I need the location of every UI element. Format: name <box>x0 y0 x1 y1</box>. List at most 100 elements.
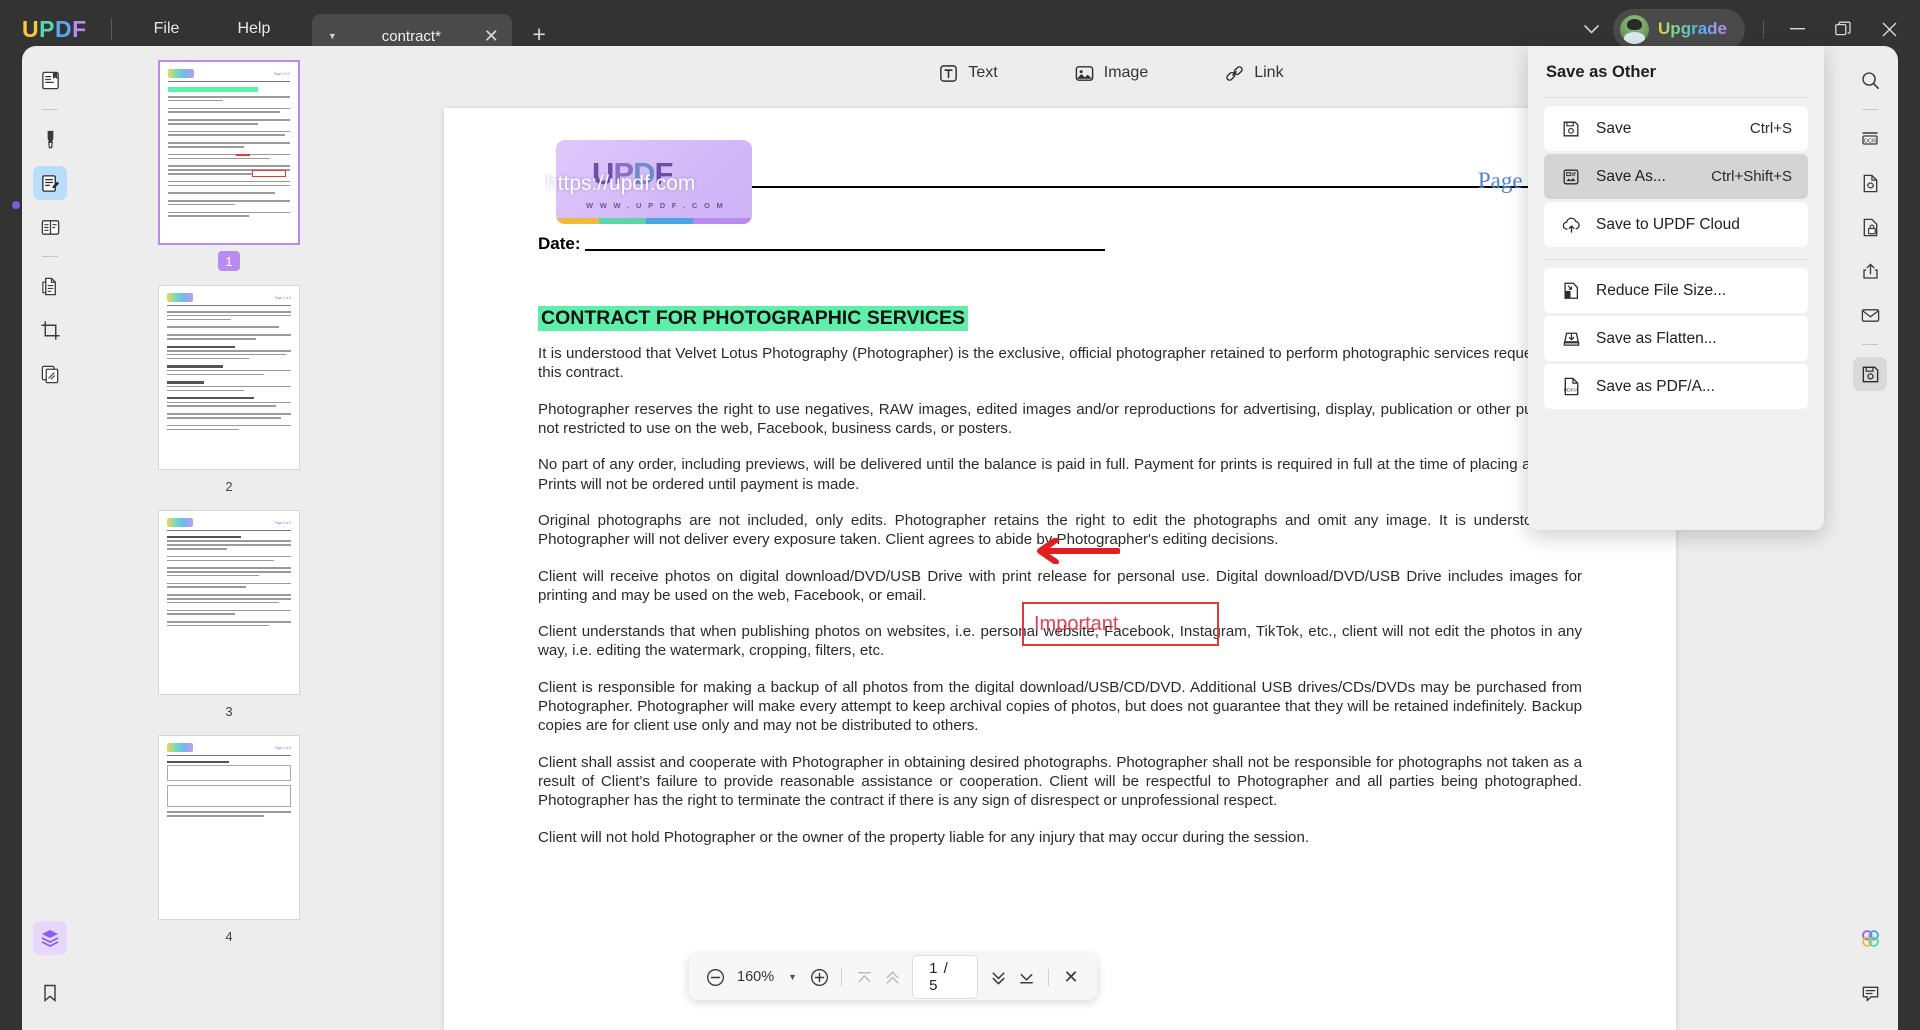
ai-flower-icon[interactable] <box>1853 921 1887 955</box>
save-as-item-shortcut: Ctrl+Shift+S <box>1711 168 1792 185</box>
tab-close-icon[interactable]: ✕ <box>482 27 500 45</box>
ocr-icon[interactable]: OCR <box>1853 122 1887 156</box>
page-thumbnail-panel[interactable]: Page 1 of 5 <box>78 46 380 1030</box>
menu-help[interactable]: Help <box>219 14 288 44</box>
upgrade-button[interactable]: Upgrade <box>1613 9 1745 50</box>
page-navigation-toolbar[interactable]: 160% ▼ 1 / 5 ✕ <box>689 954 1097 1000</box>
zoom-in-icon[interactable] <box>805 962 833 992</box>
tool-text[interactable]: Text <box>928 57 1007 90</box>
thumb-logo <box>167 518 193 527</box>
sidebar-item-edit-pdf[interactable] <box>33 166 67 200</box>
contract-title: CONTRACT FOR PHOTOGRAPHIC SERVICES <box>538 306 968 331</box>
rail-collapse-handle[interactable] <box>12 201 20 209</box>
updf-logo: U P D F <box>22 16 87 43</box>
user-avatar[interactable] <box>1620 15 1649 44</box>
watermark-colorbar <box>556 218 752 224</box>
date-underline <box>585 249 1105 251</box>
new-tab-button[interactable]: + <box>532 21 545 48</box>
thumb-logo <box>168 69 194 78</box>
more-chevron-icon[interactable] <box>1570 17 1613 42</box>
zoom-out-icon[interactable] <box>701 962 729 992</box>
page-thumbnail-3[interactable]: Page 3 of 5 <box>158 510 300 695</box>
reduce-file-size-item[interactable]: Reduce File Size... <box>1544 268 1808 313</box>
save-as-icon <box>1560 166 1582 188</box>
thumb-logo <box>167 293 193 302</box>
tool-image-label: Image <box>1104 64 1148 82</box>
tab-dropdown-caret-icon[interactable]: ▼ <box>324 31 340 41</box>
search-icon[interactable] <box>1853 63 1887 97</box>
zoom-dropdown-caret-icon[interactable]: ▼ <box>780 968 805 986</box>
thumbnail-item[interactable]: Page 4 of 5 4 <box>78 735 380 946</box>
right-toolbar-rail: OCR <box>1842 46 1898 1030</box>
next-page-icon[interactable] <box>984 962 1012 992</box>
date-label: Date: <box>538 234 581 254</box>
thumb-rule <box>167 305 291 306</box>
save-as-item[interactable]: Save As... Ctrl+Shift+S <box>1544 154 1808 199</box>
prev-page-icon[interactable] <box>878 962 906 992</box>
paragraph: Client will receive photos on digital do… <box>538 567 1582 606</box>
page-thumbnail-2[interactable]: Page 2 of 5 <box>158 285 300 470</box>
protect-lock-icon[interactable] <box>1853 210 1887 244</box>
svg-text:OCR: OCR <box>1864 138 1876 144</box>
page-indicator-input[interactable]: 1 / 5 <box>912 955 978 999</box>
sidebar-item-crop[interactable] <box>33 313 67 347</box>
save-as-other-icon[interactable] <box>1853 357 1887 391</box>
sidebar-item-convert[interactable] <box>33 269 67 303</box>
close-toolbar-icon[interactable]: ✕ <box>1057 962 1085 992</box>
convert-file-icon[interactable] <box>1853 166 1887 200</box>
last-page-icon[interactable] <box>1012 962 1040 992</box>
paragraph: Client is responsible for making a backu… <box>538 678 1582 736</box>
save-as-other-panel[interactable]: Save as Other Save Ctrl+S Save As... Ctr… <box>1528 46 1824 530</box>
menu-file[interactable]: File <box>136 14 198 44</box>
left-toolbar-rail <box>22 46 78 1030</box>
tool-image[interactable]: Image <box>1064 57 1158 90</box>
window-controls-divider <box>1763 20 1764 38</box>
email-icon[interactable] <box>1853 298 1887 332</box>
thumbnail-item[interactable]: Page 1 of 5 <box>78 60 380 271</box>
svg-text:PDF/A: PDF/A <box>1563 387 1578 393</box>
save-item-label: Save <box>1596 120 1736 138</box>
right-rail-divider-2 <box>1862 344 1878 345</box>
sidebar-item-ai[interactable] <box>33 921 67 955</box>
comment-bubble-icon[interactable] <box>1853 976 1887 1010</box>
important-annotation-box[interactable]: Important <box>1022 602 1219 646</box>
red-arrow-annotation[interactable] <box>1032 538 1120 564</box>
zoom-level-value: 160% <box>737 969 774 985</box>
rail-divider-2 <box>42 256 58 257</box>
sidebar-item-comment[interactable] <box>33 122 67 156</box>
right-rail-divider-1 <box>1862 109 1878 110</box>
sidebar-item-bookmark[interactable] <box>33 976 67 1010</box>
sidebar-item-organize-pages[interactable] <box>33 210 67 244</box>
save-item[interactable]: Save Ctrl+S <box>1544 106 1808 151</box>
thumb-page-label: Page 3 of 5 <box>275 521 291 525</box>
paragraph: It is understood that Velvet Lotus Photo… <box>538 344 1582 383</box>
save-flatten-item[interactable]: Save as Flatten... <box>1544 316 1808 361</box>
paragraph: Photographer reserves the right to use n… <box>538 400 1582 439</box>
thumbnail-page-number: 1 <box>218 251 240 271</box>
thumbnail-item[interactable]: Page 3 of 5 3 <box>78 510 380 721</box>
logo-letter-u: U <box>22 16 39 43</box>
link-icon <box>1224 63 1245 84</box>
paragraph: Client shall assist and cooperate with P… <box>538 753 1582 811</box>
sidebar-item-batch[interactable] <box>33 357 67 391</box>
save-cloud-item[interactable]: Save to UPDF Cloud <box>1544 202 1808 247</box>
page-thumbnail-1[interactable]: Page 1 of 5 <box>158 60 300 245</box>
sidebar-item-reader[interactable] <box>33 63 67 97</box>
pdf-page[interactable]: Page 1 of 5 U P D F W W W . U P D F . C … <box>444 108 1676 1030</box>
thumb-rule <box>167 755 291 756</box>
first-page-icon[interactable] <box>850 962 878 992</box>
thumb-rule <box>167 530 291 531</box>
thumb-page-label: Page 1 of 5 <box>274 72 290 76</box>
tool-link[interactable]: Link <box>1214 57 1293 90</box>
upgrade-label: Upgrade <box>1658 19 1727 39</box>
text-box-icon <box>938 63 959 84</box>
save-panel-divider-mid <box>1544 259 1808 260</box>
save-item-shortcut: Ctrl+S <box>1750 120 1792 137</box>
save-panel-title: Save as Other <box>1544 46 1808 96</box>
thumb-arrow-annotation <box>236 154 250 156</box>
save-pdfa-item[interactable]: PDF/A Save as PDF/A... <box>1544 364 1808 409</box>
share-icon[interactable] <box>1853 254 1887 288</box>
page-thumbnail-4[interactable]: Page 4 of 5 <box>158 735 300 920</box>
thumbnail-item[interactable]: Page 2 of 5 2 <box>78 285 380 496</box>
page-header: Page 1 of 5 U P D F W W W . U P D F . C … <box>538 134 1582 230</box>
